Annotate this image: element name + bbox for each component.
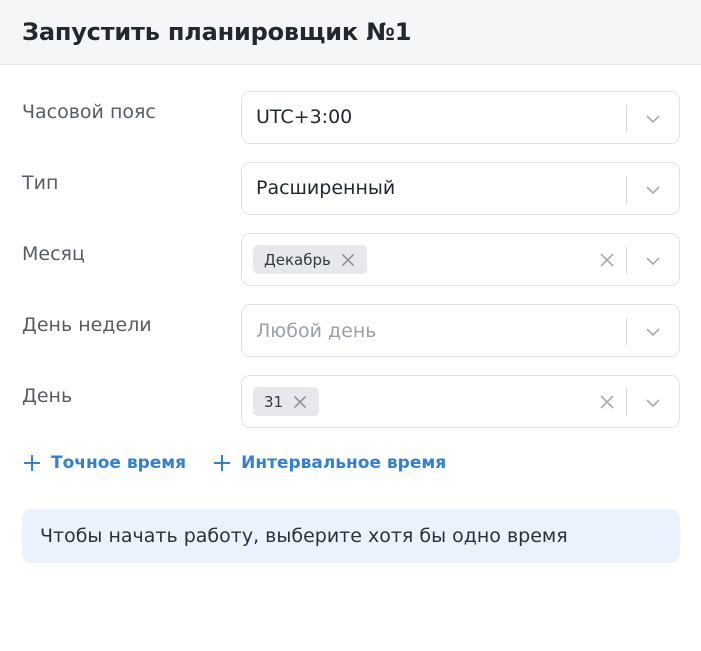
day-chip: 31 [253,387,320,416]
day-chip-label: 31 [264,392,284,411]
month-select[interactable]: Декабрь [241,233,680,286]
scheduler-dialog: Запустить планировщик №1 Часовой пояс UT… [0,0,701,651]
info-message: Чтобы начать работу, выберите хотя бы од… [40,525,568,547]
plus-icon [24,455,40,471]
timezone-select[interactable]: UTC+3:00 [241,91,680,144]
chevron-down-icon[interactable] [645,253,661,269]
select-separator [626,389,627,416]
type-row: Тип Расширенный [0,162,701,215]
add-interval-time-button[interactable]: Интервальное время [212,453,446,473]
day-label: День [22,385,73,407]
timezone-row: Часовой пояс UTC+3:00 [0,91,701,144]
month-label: Месяц [22,243,85,265]
month-row: Месяц Декабрь [0,233,701,286]
dialog-title: Запустить планировщик №1 [22,18,412,46]
type-label: Тип [22,172,59,194]
add-interval-time-label: Интервальное время [241,453,447,473]
add-exact-time-button[interactable]: Точное время [22,453,186,473]
timezone-label: Часовой пояс [22,101,156,123]
remove-chip-icon[interactable] [341,253,355,267]
chevron-down-icon[interactable] [645,182,661,198]
day-select[interactable]: 31 [241,375,680,428]
add-time-actions: Точное время Интервальное время [22,453,472,473]
select-separator [626,176,627,203]
weekday-label: День недели [22,314,152,336]
weekday-select[interactable]: Любой день [241,304,680,357]
weekday-row: День недели Любой день [0,304,701,357]
month-chip: Декабрь [253,245,367,274]
chevron-down-icon[interactable] [645,395,661,411]
chevron-down-icon[interactable] [645,111,661,127]
info-banner: Чтобы начать работу, выберите хотя бы од… [22,509,680,563]
timezone-value: UTC+3:00 [256,106,353,128]
chevron-down-icon[interactable] [645,324,661,340]
close-icon[interactable] [599,252,615,268]
plus-icon [214,455,231,471]
select-separator [626,318,627,345]
add-exact-time-label: Точное время [51,453,187,473]
dialog-header: Запустить планировщик №1 [0,0,701,65]
select-separator [626,247,627,274]
month-chip-label: Декабрь [264,250,331,269]
type-select[interactable]: Расширенный [241,162,680,215]
weekday-placeholder: Любой день [256,320,377,342]
remove-chip-icon[interactable] [293,395,307,409]
day-row: День 31 [0,375,701,428]
close-icon[interactable] [599,394,615,410]
select-separator [626,105,627,132]
type-value: Расширенный [256,177,396,199]
